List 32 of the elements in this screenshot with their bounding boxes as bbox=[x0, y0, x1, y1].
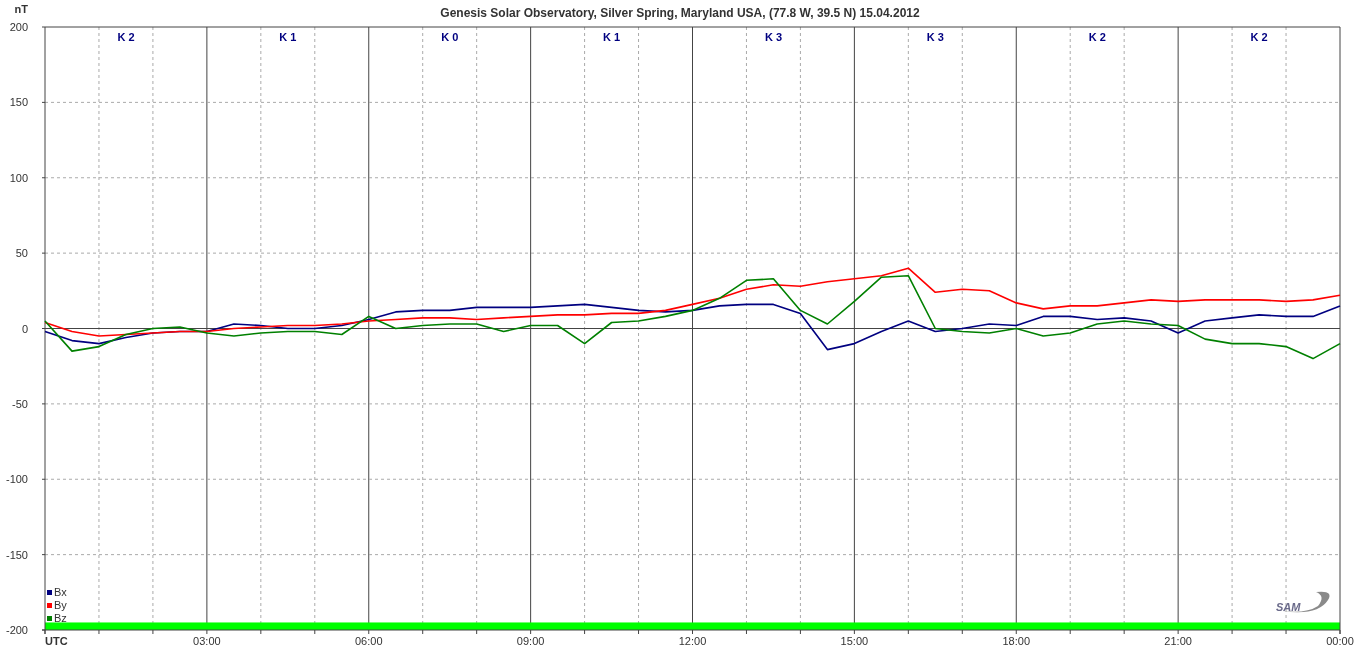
y-tick-label: 0 bbox=[21, 322, 28, 335]
legend-label: By bbox=[54, 599, 67, 611]
x-tick-label: 00:00 bbox=[1326, 635, 1354, 647]
k-index-label: K 0 bbox=[441, 31, 459, 43]
k-index-label: K 1 bbox=[603, 31, 621, 43]
y-tick-label: 200 bbox=[9, 21, 28, 33]
x-tick-label: 18:00 bbox=[1002, 635, 1030, 647]
k-index-label: K 2 bbox=[1088, 31, 1106, 43]
y-tick-label: -150 bbox=[5, 548, 28, 561]
y-tick-label: 150 bbox=[9, 96, 28, 109]
y-tick-label: 100 bbox=[9, 171, 28, 184]
logo-text: SAM bbox=[1276, 601, 1301, 613]
x-tick-label: 03:00 bbox=[193, 635, 221, 647]
legend-label: Bx bbox=[54, 586, 67, 598]
chart-title: Genesis Solar Observatory, Silver Spring, Maryland USA, (77.8 W, 39.5 N) 15.04.2012 bbox=[440, 6, 920, 20]
x-tick-label: 12:00 bbox=[678, 635, 707, 647]
k-index-label: K 3 bbox=[764, 31, 782, 43]
k-index-label: K 1 bbox=[279, 31, 297, 43]
x-tick-label: 21:00 bbox=[1164, 635, 1192, 647]
k-index-label: K 2 bbox=[1250, 31, 1268, 43]
k-index-label: K 3 bbox=[926, 31, 944, 43]
k-index-label: K 2 bbox=[117, 31, 135, 43]
y-tick-label: -100 bbox=[5, 473, 28, 486]
y-tick-label: -200 bbox=[5, 624, 28, 636]
y-axis-label: nT bbox=[14, 3, 28, 15]
x-tick-label: 09:00 bbox=[516, 635, 545, 647]
y-tick-label: -50 bbox=[12, 397, 28, 410]
axis-label: UTC bbox=[45, 635, 68, 647]
y-tick-label: 50 bbox=[15, 247, 28, 260]
x-tick-label: 15:00 bbox=[840, 635, 869, 647]
x-tick-label: 06:00 bbox=[355, 635, 383, 647]
legend-label: Bz bbox=[54, 612, 67, 624]
